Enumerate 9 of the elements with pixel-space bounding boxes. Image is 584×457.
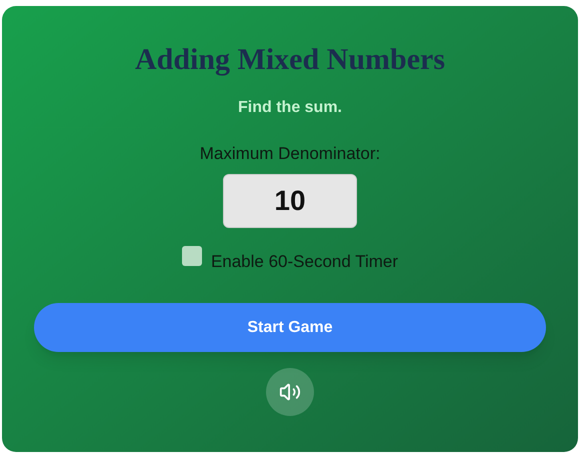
- timer-checkbox[interactable]: [182, 246, 202, 266]
- subtitle: Find the sum.: [238, 98, 342, 118]
- speaker-icon: [279, 381, 301, 403]
- start-game-button[interactable]: Start Game: [34, 303, 546, 352]
- sound-button[interactable]: [266, 368, 314, 416]
- denominator-label: Maximum Denominator:: [200, 144, 380, 164]
- timer-label: Enable 60-Second Timer: [210, 252, 398, 272]
- denominator-field[interactable]: 10: [223, 174, 357, 228]
- game-title: Adding Mixed Numbers: [134, 42, 446, 78]
